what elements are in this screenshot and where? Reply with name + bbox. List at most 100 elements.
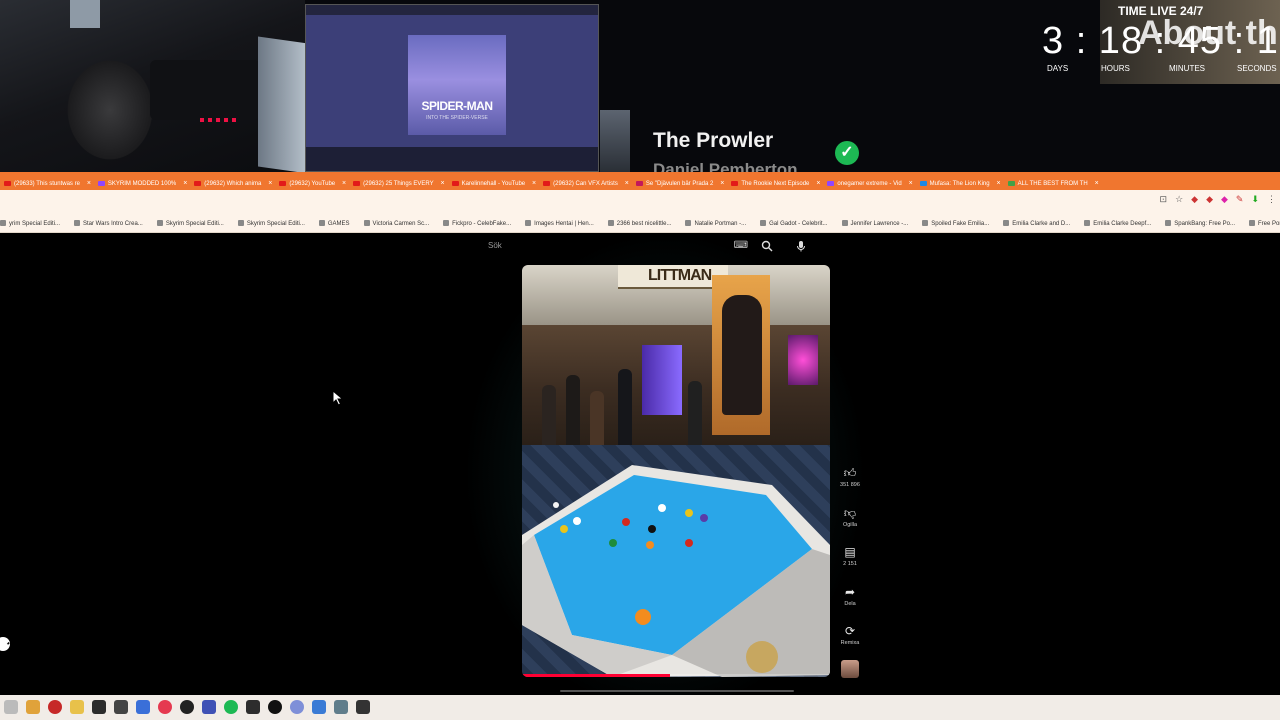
close-icon[interactable]: × bbox=[268, 175, 272, 190]
bookmark-favicon-icon bbox=[760, 220, 767, 227]
taskbar-app-icon[interactable] bbox=[334, 700, 348, 714]
taskbar-app-icon[interactable] bbox=[180, 700, 194, 714]
video-progress-fill[interactable] bbox=[522, 674, 670, 677]
extension-icon[interactable]: ◆ bbox=[1191, 194, 1198, 204]
close-icon[interactable]: × bbox=[532, 175, 536, 190]
download-icon[interactable]: ⬇ bbox=[1251, 194, 1259, 204]
taskbar-app-icon[interactable] bbox=[290, 700, 304, 714]
bookmark-label: Free Porn Videos O... bbox=[1258, 221, 1280, 227]
taskbar-app-icon[interactable] bbox=[202, 700, 216, 714]
bookmark-item[interactable]: Natalie Portman -... bbox=[685, 214, 746, 232]
tab-label: (29633) This stuntwas re bbox=[14, 181, 80, 187]
browser-tab[interactable]: ALL THE BEST FROM TH × bbox=[1004, 175, 1102, 190]
taskbar-app-icon[interactable] bbox=[136, 700, 150, 714]
install-icon[interactable]: ⊡ bbox=[1160, 194, 1168, 204]
browser-tab[interactable]: (29632) Can VFX Artists × bbox=[539, 175, 632, 190]
taskbar-app-icon[interactable] bbox=[114, 700, 128, 714]
bookmark-label: Jennifer Lawrence -... bbox=[850, 221, 909, 227]
extension-icon[interactable]: ◆ bbox=[1221, 194, 1228, 204]
bookmark-item[interactable]: Skyrim Special Editi... bbox=[156, 214, 224, 232]
taskbar-app-icon[interactable] bbox=[48, 700, 62, 714]
taskbar-app-icon[interactable] bbox=[224, 700, 238, 714]
search-input[interactable]: Sök ⌨ bbox=[482, 238, 756, 256]
bookmark-item[interactable]: Jennifer Lawrence -... bbox=[841, 214, 909, 232]
browser-tab[interactable]: The Rookie Next Episode × bbox=[727, 175, 823, 190]
bookmark-favicon-icon bbox=[922, 220, 929, 227]
video-anime-figure bbox=[722, 295, 762, 415]
bookmark-item[interactable]: Free Porn Videos O... bbox=[1249, 214, 1280, 232]
taskbar-app-icon[interactable] bbox=[4, 700, 18, 714]
bookmark-favicon-icon bbox=[685, 220, 692, 227]
menu-icon[interactable]: ⋮ bbox=[1267, 194, 1276, 204]
comments-button[interactable]: ▤ 2 151 bbox=[840, 545, 860, 567]
search-icon[interactable] bbox=[758, 239, 776, 257]
close-icon[interactable]: × bbox=[909, 175, 913, 190]
keyboard-icon[interactable]: ⌨ bbox=[734, 240, 748, 251]
unit-days: DAYS bbox=[1047, 64, 1069, 73]
close-icon[interactable]: × bbox=[1095, 175, 1099, 190]
video-sign-text: LITTMAN bbox=[648, 267, 712, 284]
channel-avatar[interactable] bbox=[841, 660, 859, 678]
bookmark-item[interactable]: Spoiled Fake Emilia... bbox=[922, 214, 989, 232]
bookmark-item[interactable]: GAMES bbox=[318, 214, 350, 232]
taskbar-app-icon[interactable] bbox=[356, 700, 370, 714]
bookmark-favicon-icon bbox=[1084, 220, 1091, 227]
close-icon[interactable]: × bbox=[997, 175, 1001, 190]
bookmark-item[interactable]: Victoria Carmen Sc... bbox=[363, 214, 429, 232]
bookmark-item[interactable]: Skyrim Special Editi... bbox=[237, 214, 305, 232]
browser-tab[interactable]: (29632) Which anima × bbox=[190, 175, 275, 190]
bookmark-label: Emilia Clarke Deepf... bbox=[1093, 221, 1152, 227]
taskbar-app-icon[interactable] bbox=[92, 700, 106, 714]
remix-icon: ⟳ bbox=[844, 624, 856, 638]
close-icon[interactable]: × bbox=[342, 175, 346, 190]
bookmark-item[interactable]: Images Hentai | Hen... bbox=[525, 214, 594, 232]
taskbar-app-icon[interactable] bbox=[312, 700, 326, 714]
chat-bubble-icon[interactable]: ◕ bbox=[0, 637, 10, 651]
extension-icon[interactable]: ◆ bbox=[1206, 194, 1213, 204]
microphone-icon[interactable] bbox=[792, 239, 810, 257]
unit-seconds: SECONDS bbox=[1237, 64, 1277, 73]
bookmark-item[interactable]: Star Wars Intro Crea... bbox=[74, 214, 143, 232]
close-icon[interactable]: × bbox=[625, 175, 629, 190]
close-icon[interactable]: × bbox=[720, 175, 724, 190]
taskbar-app-icon[interactable] bbox=[26, 700, 40, 714]
close-icon[interactable]: × bbox=[87, 175, 91, 190]
star-icon[interactable]: ☆ bbox=[1175, 194, 1183, 204]
address-bar[interactable]: ⊡ ☆ ◆ ◆ ◆ ✎ ⬇ ⋮ bbox=[0, 190, 1280, 212]
browser-tab[interactable]: Mufasa: The Lion King × bbox=[916, 175, 1004, 190]
browser-tab[interactable]: Se "Djävulen bär Prada 2 × bbox=[632, 175, 728, 190]
remix-button[interactable]: ⟳ Remixa bbox=[840, 624, 860, 646]
dislike-button[interactable]: 👎︎ Ogilla bbox=[840, 506, 860, 528]
share-button[interactable]: ➦ Dela bbox=[840, 585, 860, 607]
bookmark-item[interactable]: Fickpro - CelebFake... bbox=[443, 214, 511, 232]
browser-tab[interactable]: (29632) YouTube × bbox=[275, 175, 349, 190]
close-icon[interactable]: × bbox=[183, 175, 187, 190]
shared-screen-player bbox=[306, 147, 598, 171]
tab-label: Se "Djävulen bär Prada 2 bbox=[645, 181, 714, 187]
bookmark-item[interactable]: Emilia Clarke and D... bbox=[1003, 214, 1071, 232]
bookmark-item[interactable]: yrim Special Editi... bbox=[0, 214, 60, 232]
browser-tab[interactable]: (29632) 25 Things EVERY × bbox=[349, 175, 448, 190]
bookmark-item[interactable]: 2366 best nicelittle... bbox=[607, 214, 671, 232]
tab-label: Karelinnehall - YouTube bbox=[461, 181, 526, 187]
taskbar-app-icon[interactable] bbox=[70, 700, 84, 714]
like-button[interactable]: 👍︎ 351 896 bbox=[840, 466, 860, 488]
browser-tab[interactable]: Karelinnehall - YouTube × bbox=[448, 175, 540, 190]
bookmark-item[interactable]: Gal Gadot - Celebrit... bbox=[760, 214, 828, 232]
close-icon[interactable]: × bbox=[441, 175, 445, 190]
bookmark-item[interactable]: Emilia Clarke Deepf... bbox=[1084, 214, 1152, 232]
taskbar-app-icon[interactable] bbox=[268, 700, 282, 714]
browser-tab[interactable]: SKYRIM MODDED 100% × bbox=[94, 175, 190, 190]
webcam-feed bbox=[0, 0, 308, 172]
tab-favicon-icon bbox=[1007, 180, 1015, 186]
browser-tab[interactable]: onegamer extreme - Vid × bbox=[823, 175, 915, 190]
extension-icon[interactable]: ✎ bbox=[1236, 194, 1244, 204]
browser-tab[interactable]: (29633) This stuntwas re × bbox=[0, 175, 94, 190]
bookmark-label: Emilia Clarke and D... bbox=[1012, 221, 1071, 227]
bookmark-item[interactable]: SpankBang: Free Po... bbox=[1165, 214, 1235, 232]
shared-screen: SPIDER-MAN INTO THE SPIDER-VERSE bbox=[305, 4, 599, 172]
taskbar-app-icon[interactable] bbox=[246, 700, 260, 714]
taskbar-app-icon[interactable] bbox=[158, 700, 172, 714]
close-icon[interactable]: × bbox=[816, 175, 820, 190]
short-video-player[interactable]: LITTMAN bbox=[522, 265, 830, 677]
